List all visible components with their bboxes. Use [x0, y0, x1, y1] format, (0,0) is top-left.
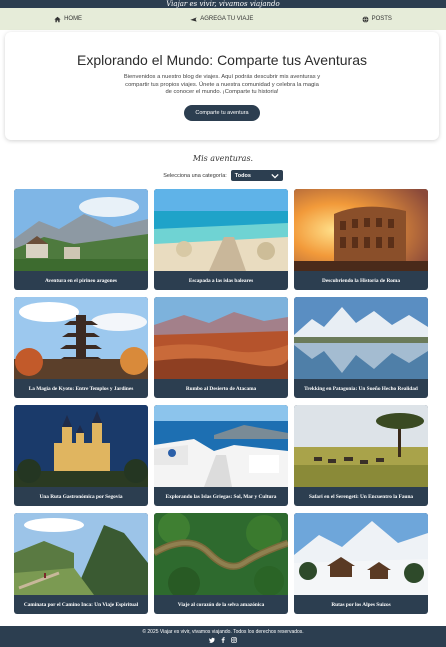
adventure-card[interactable]: Descubriendo la Historia de Roma [294, 189, 428, 290]
social-links [0, 637, 446, 643]
card-caption: Aventura en el pirineo aragones [45, 277, 117, 284]
nav-add-trip[interactable]: AGREGA TU VIAJE [190, 16, 253, 23]
adventures-title: Mis aventuras. [192, 154, 254, 163]
site-footer: © 2025 Viajar es vivir, vivamos viajando… [0, 626, 446, 647]
card-photo [14, 297, 148, 379]
hero-title: Explorando el Mundo: Comparte tus Aventu… [76, 52, 368, 68]
card-photo [294, 405, 428, 487]
category-filter: Selecciona una categoría: Todos [0, 170, 446, 181]
card-photo [154, 189, 288, 271]
card-caption: Trekking en Patagonia: Un Sueño Hecho Re… [304, 385, 418, 392]
adventure-card[interactable]: Rutas por los Alpes Suizos [294, 513, 428, 614]
card-caption: Rumbo al Desierto de Atacama [185, 385, 257, 392]
adventure-card[interactable]: Caminata por el Camino Inca: Un Viaje Es… [14, 513, 148, 614]
instagram-icon[interactable] [231, 637, 237, 643]
nav-add-trip-label: AGREGA TU VIAJE [200, 16, 254, 22]
hero-text: Bienvenidos a nuestro blog de viajes. Aq… [123, 74, 321, 96]
share-adventure-button[interactable]: Comparte tu aventura [184, 104, 260, 121]
globe-icon [362, 16, 369, 22]
card-caption: Caminata por el Camino Inca: Un Viaje Es… [23, 601, 139, 608]
card-photo [294, 513, 428, 595]
adventure-card[interactable]: La Magia de Kyoto: Entre Templos y Jardi… [14, 297, 148, 398]
card-photo [14, 189, 148, 271]
card-caption: Viaje al corazón de la selva amazónica [177, 601, 265, 608]
card-caption: Descubriendo la Historia de Roma [322, 277, 400, 284]
adventure-card[interactable]: Rumbo al Desierto de Atacama [154, 297, 288, 398]
card-caption: Escapada a las islas baleares [188, 277, 254, 284]
adventure-card[interactable]: Explorando las Islas Griegas: Sol, Mar y… [154, 405, 288, 506]
adventure-card[interactable]: Escapada a las islas baleares [154, 189, 288, 290]
home-icon [54, 16, 61, 22]
adventure-card[interactable]: Viaje al corazón de la selva amazónica [154, 513, 288, 614]
site-tagline: Viajar es vivir, vivamos viajando [0, 0, 446, 8]
card-photo [294, 189, 428, 271]
adventure-grid: Aventura en el pirineo aragones Escapada… [14, 189, 432, 614]
category-select[interactable]: Todos [230, 170, 283, 181]
card-photo [154, 297, 288, 379]
card-caption: Safari en el Serengeti: Un Encuentro la … [308, 493, 414, 500]
facebook-icon[interactable] [220, 637, 226, 643]
card-caption: Explorando las Islas Griegas: Sol, Mar y… [165, 493, 277, 500]
card-caption: La Magia de Kyoto: Entre Templos y Jardi… [28, 385, 134, 392]
adventure-card[interactable]: Aventura en el pirineo aragones [14, 189, 148, 290]
chevron-down-icon [271, 173, 279, 179]
adventure-card[interactable]: Una Ruta Gastronómica por Segovia [14, 405, 148, 506]
card-caption: Una Ruta Gastronómica por Segovia [39, 493, 123, 500]
main-nav: HOME AGREGA TU VIAJE POSTS [0, 8, 446, 30]
hero-card: Explorando el Mundo: Comparte tus Aventu… [5, 32, 439, 140]
card-photo [154, 405, 288, 487]
card-photo [154, 513, 288, 595]
nav-home-label: HOME [64, 16, 83, 22]
plane-icon [190, 16, 197, 22]
adventure-card[interactable]: Safari en el Serengeti: Un Encuentro la … [294, 405, 428, 506]
twitter-icon[interactable] [209, 637, 215, 643]
footer-copyright: © 2025 Viajar es vivir, vivamos viajando… [142, 629, 304, 635]
card-caption: Rutas por los Alpes Suizos [331, 601, 391, 608]
nav-posts-label: POSTS [371, 16, 392, 22]
card-photo [294, 297, 428, 379]
nav-posts[interactable]: POSTS [362, 16, 392, 23]
card-photo [14, 405, 148, 487]
category-select-value: Todos [234, 172, 251, 179]
card-photo [14, 513, 148, 595]
category-label: Selecciona una categoría: [163, 172, 227, 179]
nav-home[interactable]: HOME [54, 16, 82, 23]
adventure-card[interactable]: Trekking en Patagonia: Un Sueño Hecho Re… [294, 297, 428, 398]
